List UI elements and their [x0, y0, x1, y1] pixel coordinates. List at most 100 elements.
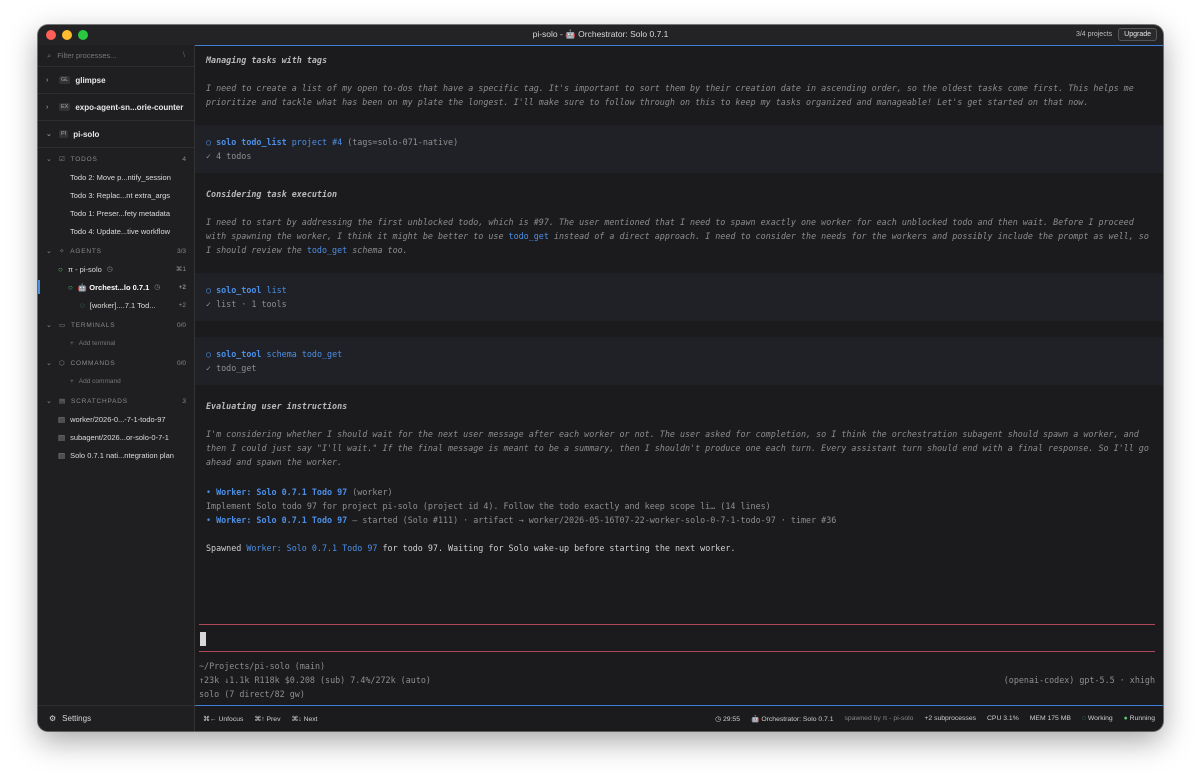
tool-command: solo todo_list [216, 137, 287, 147]
running-status: ● Running [1124, 715, 1155, 722]
agent-label: [worker]....7.1 Tod... [89, 300, 156, 310]
tool-args: list [266, 285, 287, 295]
add-command-button[interactable]: + Add command [38, 372, 194, 390]
tool-result: ✓ todo_get [206, 363, 257, 373]
tool-result: ✓ list · 1 tools [206, 299, 287, 309]
section-label: TERMINALS [70, 321, 116, 329]
chevron-down-icon[interactable]: ⌄ [46, 155, 54, 163]
thinking-heading: Managing tasks with tags [206, 55, 328, 65]
add-terminal-button[interactable]: + Add terminal [38, 334, 194, 352]
code-link[interactable]: todo_get [307, 245, 347, 255]
chevron-down-icon[interactable]: ⌄ [46, 321, 54, 329]
unfocus-button[interactable]: ⌘← Unfocus [203, 715, 243, 723]
section-label: TODOS [70, 155, 98, 163]
tool-args: project #4 [291, 137, 343, 147]
section-commands[interactable]: ⌄ ⬡ COMMANDS 0/0 [38, 354, 194, 372]
worker-name[interactable]: Worker: Solo 0.7.1 Todo 97 [216, 515, 347, 525]
agent-item[interactable]: ◌ [worker]....7.1 Tod... +2 [38, 296, 194, 314]
worker-status: — started (Solo #111) · artifact → worke… [347, 515, 837, 525]
conversation-pane: Managing tasks with tags I need to creat… [195, 45, 1163, 705]
status-dot-icon: ● [1123, 715, 1128, 722]
terminal-icon: ▭ [59, 322, 66, 329]
section-terminals[interactable]: ⌄ ▭ TERMINALS 0/0 [38, 316, 194, 334]
todo-label: Todo 2: Move p...ntify_session [70, 172, 171, 182]
section-label: SCRATCHPADS [70, 397, 128, 405]
worker-name[interactable]: Worker: Solo 0.7.1 Todo 97 [216, 487, 347, 497]
project-badge: GL [59, 76, 71, 84]
timer-value: 29:55 [722, 715, 740, 723]
document-icon: ▤ [58, 414, 66, 424]
agent-item-selected[interactable]: ○ 🤖 Orchest...lo 0.7.1 ◷ +2 [38, 278, 194, 296]
model-info: (openai-codex) gpt-5.5 · xhigh [1003, 675, 1155, 685]
agent-subcount: +2 [178, 283, 186, 291]
todo-item[interactable]: Todo 2: Move p...ntify_session [38, 168, 194, 186]
section-label: COMMANDS [70, 359, 116, 367]
next-button[interactable]: ⌘↓ Next [291, 715, 317, 723]
tool-command: solo_tool [216, 349, 262, 359]
filter-input[interactable]: Filter processes... [57, 51, 116, 60]
text-cursor [200, 632, 206, 646]
chevron-right-icon[interactable]: › [46, 77, 54, 84]
working-directory: ~/Projects/pi-solo (main) [199, 661, 326, 671]
add-command-label: Add command [78, 377, 121, 385]
chevron-down-icon[interactable]: ⌄ [46, 130, 54, 138]
projects-count: 3/4 projects [1075, 31, 1113, 38]
thinking-heading: Considering task execution [206, 189, 338, 199]
section-todos[interactable]: ⌄ ☑ TODOS 4 [38, 150, 194, 168]
prompt-input[interactable] [199, 624, 1155, 652]
add-terminal-label: Add terminal [78, 339, 116, 347]
subprocesses-link[interactable]: +2 subprocesses [924, 715, 976, 722]
chevron-down-icon[interactable]: ⌄ [46, 359, 54, 367]
filter-processes[interactable]: ⌕ Filter processes... \ [38, 45, 194, 67]
circle-icon: ○ [206, 137, 212, 147]
project-pi-solo[interactable]: ⌄ PI pi-solo [38, 121, 194, 148]
agent-item[interactable]: ○ π - pi-solo ◷ ⌘1 [38, 260, 194, 278]
agent-label: π - pi-solo [67, 264, 102, 274]
title-bar: pi-solo - 🤖 Orchestrator: Solo 0.7.1 3/4… [38, 25, 1163, 45]
scratchpad-item[interactable]: ▤ Solo 0.7.1 nati...ntegration plan [38, 446, 194, 464]
prev-button[interactable]: ⌘↑ Prev [254, 715, 280, 723]
chevron-right-icon[interactable]: › [46, 104, 54, 111]
section-agents[interactable]: ⌄ ✧ AGENTS 3/3 [38, 242, 194, 260]
working-status: ◌ Working [1082, 715, 1113, 722]
project-expo-agent[interactable]: › EX expo-agent-sn...orie-counter [38, 94, 194, 121]
chevron-down-icon[interactable]: ⌄ [46, 247, 54, 255]
settings-button[interactable]: ⚙ Settings [38, 705, 194, 731]
todo-item[interactable]: Todo 3: Replac...nt extra_args [38, 186, 194, 204]
spawned-by: spawned by π - pi-solo [844, 715, 914, 722]
todo-item[interactable]: Todo 1: Preser...fety metadata [38, 204, 194, 222]
tool-args: schema todo_get [266, 349, 343, 359]
cpu-usage: CPU 3.1% [987, 715, 1019, 722]
scratchpad-item[interactable]: ▤ worker/2026-0...-7-1-todo-97 [38, 410, 194, 428]
timer-icon: ◷ [154, 284, 161, 291]
bullet-icon: • [206, 515, 212, 525]
tool-extra: (tags=solo-071-native) [347, 137, 459, 147]
status-bar: ⌘← Unfocus ⌘↑ Prev ⌘↓ Next ◷ 29:55 🤖 Orc… [195, 705, 1163, 731]
sidebar: ⌕ Filter processes... \ › GL glimpse › E… [38, 45, 195, 731]
thinking-text: I'm considering whether I should wait fo… [206, 429, 1149, 467]
text-segment: Spawned [206, 543, 247, 553]
scratchpad-label: worker/2026-0...-7-1-todo-97 [70, 414, 166, 424]
agents-icon: ✧ [59, 248, 66, 255]
circle-icon: ○ [206, 349, 212, 359]
agent-label: 🤖 Orchest...lo 0.7.1 [77, 282, 150, 292]
bullet-icon: • [206, 487, 212, 497]
section-scratchpads[interactable]: ⌄ ▤ SCRATCHPADS 3 [38, 392, 194, 410]
plus-icon: + [70, 377, 74, 385]
worker-role: (worker) [347, 487, 393, 497]
session-timer: ◷ 29:55 [715, 715, 740, 723]
spinner-icon: ◌ [80, 300, 85, 310]
project-name: glimpse [75, 75, 106, 85]
worker-link[interactable]: Worker: Solo 0.7.1 Todo 97 [246, 543, 377, 553]
active-agent[interactable]: 🤖 Orchestrator: Solo 0.7.1 [751, 715, 834, 723]
upgrade-button[interactable]: Upgrade [1118, 28, 1157, 41]
section-count: 3/3 [176, 247, 186, 255]
scratchpad-item[interactable]: ▤ subagent/2026...or-solo-0-7-1 [38, 428, 194, 446]
code-link[interactable]: todo_get [509, 231, 549, 241]
chevron-down-icon[interactable]: ⌄ [46, 397, 54, 405]
todo-item[interactable]: Todo 4: Update...tive workflow [38, 222, 194, 240]
project-glimpse[interactable]: › GL glimpse [38, 67, 194, 94]
conversation-log: Managing tasks with tags I need to creat… [195, 46, 1163, 555]
agent-subcount: +2 [178, 301, 186, 309]
tool-call-block: ○ solo_tool list ✓ list · 1 tools [195, 273, 1163, 321]
